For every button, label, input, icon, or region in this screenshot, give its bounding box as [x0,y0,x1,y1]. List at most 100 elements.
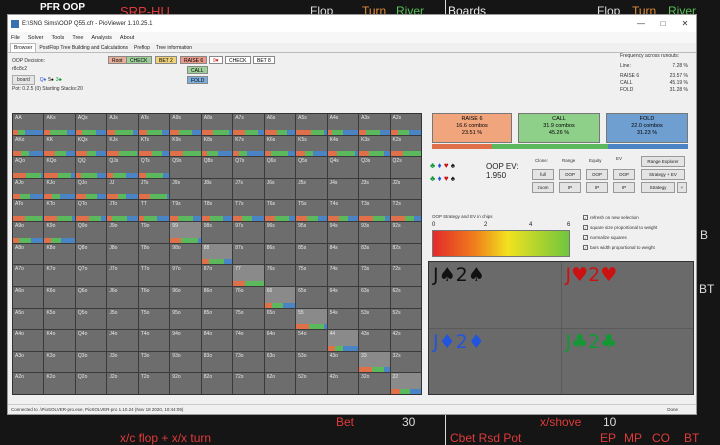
diamond-icon[interactable]: ♦ [437,161,441,170]
hand-cell[interactable]: ATs [138,114,170,135]
hand-cell[interactable]: Q7o [75,265,107,286]
hand-cell[interactable]: 92s [390,222,421,243]
range-explorer-button[interactable]: Range Explorer [641,156,685,167]
hand-cell[interactable]: AJo [13,178,44,200]
hand-cell[interactable]: QJo [75,178,107,200]
hand-cell[interactable]: K2s [390,135,421,157]
hand-cell[interactable]: A5o [13,308,44,330]
club-icon[interactable]: ♣ [430,161,435,170]
tree-check2[interactable]: CHECK [225,56,251,64]
hand-cell[interactable]: 75s [296,265,327,286]
hand-cell[interactable]: Q3o [75,351,107,373]
hand-cell[interactable]: T9s [170,200,201,222]
hand-cell[interactable]: Q2s [390,157,421,178]
combo-spades[interactable]: J♠2♠ [429,262,561,328]
close-icon[interactable]: ✕ [674,19,696,28]
strategy-ev-button[interactable]: Strategy + EV [641,169,685,180]
hand-cell[interactable]: JTo [107,200,138,222]
hand-cell[interactable]: A4s [327,114,359,135]
range-oop-button[interactable]: OOP [559,169,581,180]
tree-fold[interactable]: FOLD [187,76,209,84]
menu-tools[interactable]: Tools [51,35,64,41]
hand-cell[interactable]: T8s [201,200,233,222]
hand-cell[interactable]: 65s [296,286,327,308]
hand-cell[interactable]: T5s [296,200,327,222]
hand-cell[interactable]: A6s [264,114,296,135]
hand-cell[interactable]: Q6s [264,157,296,178]
combo-clubs[interactable]: J♣2♣ [561,328,693,394]
hand-cell[interactable]: 93s [359,222,390,243]
hand-cell[interactable]: 95o [170,308,201,330]
tree-card-nine[interactable]: 9♥ [209,56,223,64]
hand-cell[interactable]: 63s [359,286,390,308]
equity-ip-button[interactable]: IP [586,182,608,193]
check-square-size[interactable]: ✓ square size proportional to weight [583,225,657,230]
hand-cell[interactable]: 84o [201,330,233,351]
maximize-icon[interactable]: □ [652,19,674,28]
hand-cell[interactable]: 32s [390,351,421,373]
hand-cell[interactable]: J9s [170,178,201,200]
hand-cell[interactable]: K9o [44,222,75,243]
ev-oop-button[interactable]: OOP [613,169,635,180]
hand-cell[interactable]: JTs [138,178,170,200]
hand-cell[interactable]: A6o [13,286,44,308]
hand-cell[interactable]: 99 [170,222,201,243]
hand-cell[interactable]: 62o [264,373,296,394]
heart-icon-2[interactable]: ♥ [444,174,449,183]
hand-cell[interactable]: 88 [201,243,233,265]
hand-cell[interactable]: Q6o [75,286,107,308]
tab-browser[interactable]: Browser [10,43,37,52]
hand-cell[interactable]: K8s [201,135,233,157]
hand-cell[interactable]: AQs [75,114,107,135]
hand-cell[interactable]: 65o [264,308,296,330]
hand-cell[interactable]: 42s [390,330,421,351]
tree-raise6[interactable]: RAISE 6 [180,56,208,64]
hand-cell[interactable]: 85o [201,308,233,330]
hand-cell[interactable]: 43s [359,330,390,351]
hand-cell[interactable]: 76o [233,286,264,308]
hand-cell[interactable]: 33 [359,351,390,373]
hand-cell[interactable]: 96s [264,222,296,243]
spade-icon-2[interactable]: ♠ [451,174,455,183]
menu-file[interactable]: File [11,35,20,41]
hand-cell[interactable]: QTs [138,157,170,178]
hand-cell[interactable]: A7o [13,265,44,286]
hand-cell[interactable]: T2o [138,373,170,394]
plus-button[interactable]: + [677,182,687,193]
action-raise[interactable]: RAISE 6 16.6 combos 23.51 % [432,113,512,143]
hand-cell[interactable]: T4s [327,200,359,222]
hand-cell[interactable]: TT [138,200,170,222]
hand-cell[interactable]: KJs [107,135,138,157]
hand-cell[interactable]: Q4o [75,330,107,351]
hand-cell[interactable]: 63o [264,351,296,373]
hand-cell[interactable]: J3o [107,351,138,373]
hand-cell[interactable]: 73o [233,351,264,373]
hand-cell[interactable]: KTs [138,135,170,157]
hand-cell[interactable]: 73s [359,265,390,286]
tree-bet8[interactable]: BET 8 [253,56,275,64]
hand-cell[interactable]: 86s [264,243,296,265]
hand-cell[interactable]: J4s [327,178,359,200]
hand-cell[interactable]: A3o [13,351,44,373]
hand-cell[interactable]: A2o [13,373,44,394]
hand-cell[interactable]: 22 [390,373,421,394]
hand-cell[interactable]: AKs [44,114,75,135]
hand-cell[interactable]: J2s [390,178,421,200]
hand-cell[interactable]: ATo [13,200,44,222]
hand-cell[interactable]: 76s [264,265,296,286]
hand-cell[interactable]: K6s [264,135,296,157]
hand-cell[interactable]: 92o [170,373,201,394]
hand-cell[interactable]: 72o [233,373,264,394]
hand-cell[interactable]: 62s [390,286,421,308]
hand-cell[interactable]: J7s [233,178,264,200]
hand-cell[interactable]: 85s [296,243,327,265]
hand-cell[interactable]: KTo [44,200,75,222]
hand-cell[interactable]: 53s [359,308,390,330]
hand-cell[interactable]: J5s [296,178,327,200]
hand-cell[interactable]: 93o [170,351,201,373]
hand-cell[interactable]: A8s [201,114,233,135]
hand-cell[interactable]: 94s [327,222,359,243]
tree-check[interactable]: CHECK [126,56,152,64]
zoom-button[interactable]: zoom [532,182,554,193]
hand-cell[interactable]: K5o [44,308,75,330]
